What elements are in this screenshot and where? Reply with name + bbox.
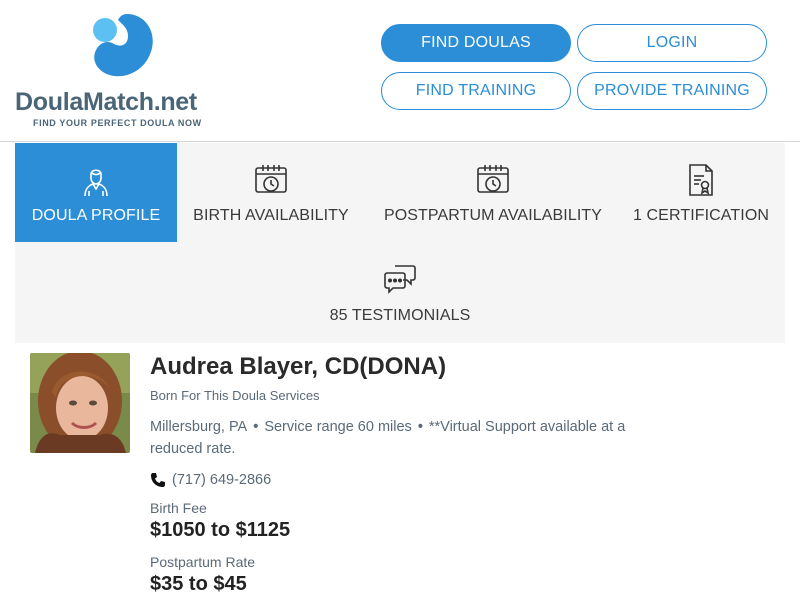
- logo-wordmark: DoulaMatch.net: [15, 88, 197, 117]
- tab-birth-availability[interactable]: BIRTH AVAILABILITY: [177, 143, 365, 242]
- location-text: Millersburg, PA: [150, 419, 248, 435]
- tab-certification[interactable]: 1 CERTIFICATION: [621, 143, 781, 242]
- provide-training-button[interactable]: PROVIDE TRAINING: [577, 72, 767, 110]
- separator-dot: •: [417, 419, 423, 435]
- tab-label: BIRTH AVAILABILITY: [193, 207, 349, 224]
- birth-fee-label: Birth Fee: [150, 500, 207, 516]
- calendar-clock-icon: [255, 165, 287, 193]
- phone-number[interactable]: (717) 649-2866: [172, 472, 271, 488]
- doula-name: Audrea Blayer, CD(DONA): [150, 353, 447, 380]
- tab-label: DOULA PROFILE: [31, 207, 161, 224]
- separator-dot: •: [253, 419, 259, 435]
- business-name[interactable]: Born For This Doula Services: [150, 388, 320, 403]
- location-info: Millersburg, PA • Service range 60 miles • *…: [150, 416, 630, 460]
- logo-drop-icon: [93, 14, 153, 77]
- find-training-button[interactable]: FIND TRAINING: [381, 72, 571, 110]
- avatar-photo: [30, 353, 130, 453]
- tab-label: POSTPARTUM AVAILABILITY: [383, 207, 603, 224]
- phone-contact[interactable]: (717) 649-2866: [150, 472, 271, 488]
- tab-label: 85 TESTIMONIALS: [329, 307, 471, 324]
- site-logo[interactable]: DoulaMatch.net FIND YOUR PERFECT DOULA N…: [15, 10, 220, 130]
- profile-tabs: DOULA PROFILE BIRTH AVAILABILITY POSTPAR…: [15, 143, 785, 343]
- find-doulas-button[interactable]: FIND DOULAS: [381, 24, 571, 62]
- postpartum-rate-label: Postpartum Rate: [150, 554, 256, 570]
- login-button[interactable]: LOGIN: [577, 24, 767, 62]
- postpartum-rate-value: $35 to $45: [150, 573, 247, 595]
- tab-testimonials[interactable]: 85 TESTIMONIALS: [310, 243, 490, 342]
- logo-tld: .net: [153, 88, 198, 116]
- doula-person-icon: [84, 169, 108, 197]
- calendar-clock-icon: [477, 165, 509, 193]
- logo-tagline: FIND YOUR PERFECT DOULA NOW: [33, 118, 202, 128]
- phone-icon: [151, 473, 165, 487]
- logo-name: DoulaMatch: [15, 88, 154, 116]
- tab-label: 1 CERTIFICATION: [632, 207, 770, 224]
- birth-fee-value: $1050 to $1125: [150, 519, 291, 541]
- tab-postpartum-availability[interactable]: POSTPARTUM AVAILABILITY: [365, 143, 621, 242]
- avatar: [30, 353, 130, 453]
- certificate-icon: [689, 164, 713, 196]
- tab-doula-profile[interactable]: DOULA PROFILE: [15, 143, 177, 242]
- site-header: DoulaMatch.net FIND YOUR PERFECT DOULA N…: [0, 0, 800, 142]
- service-range-text: Service range 60 miles: [264, 419, 412, 435]
- chat-bubbles-icon: [384, 265, 416, 294]
